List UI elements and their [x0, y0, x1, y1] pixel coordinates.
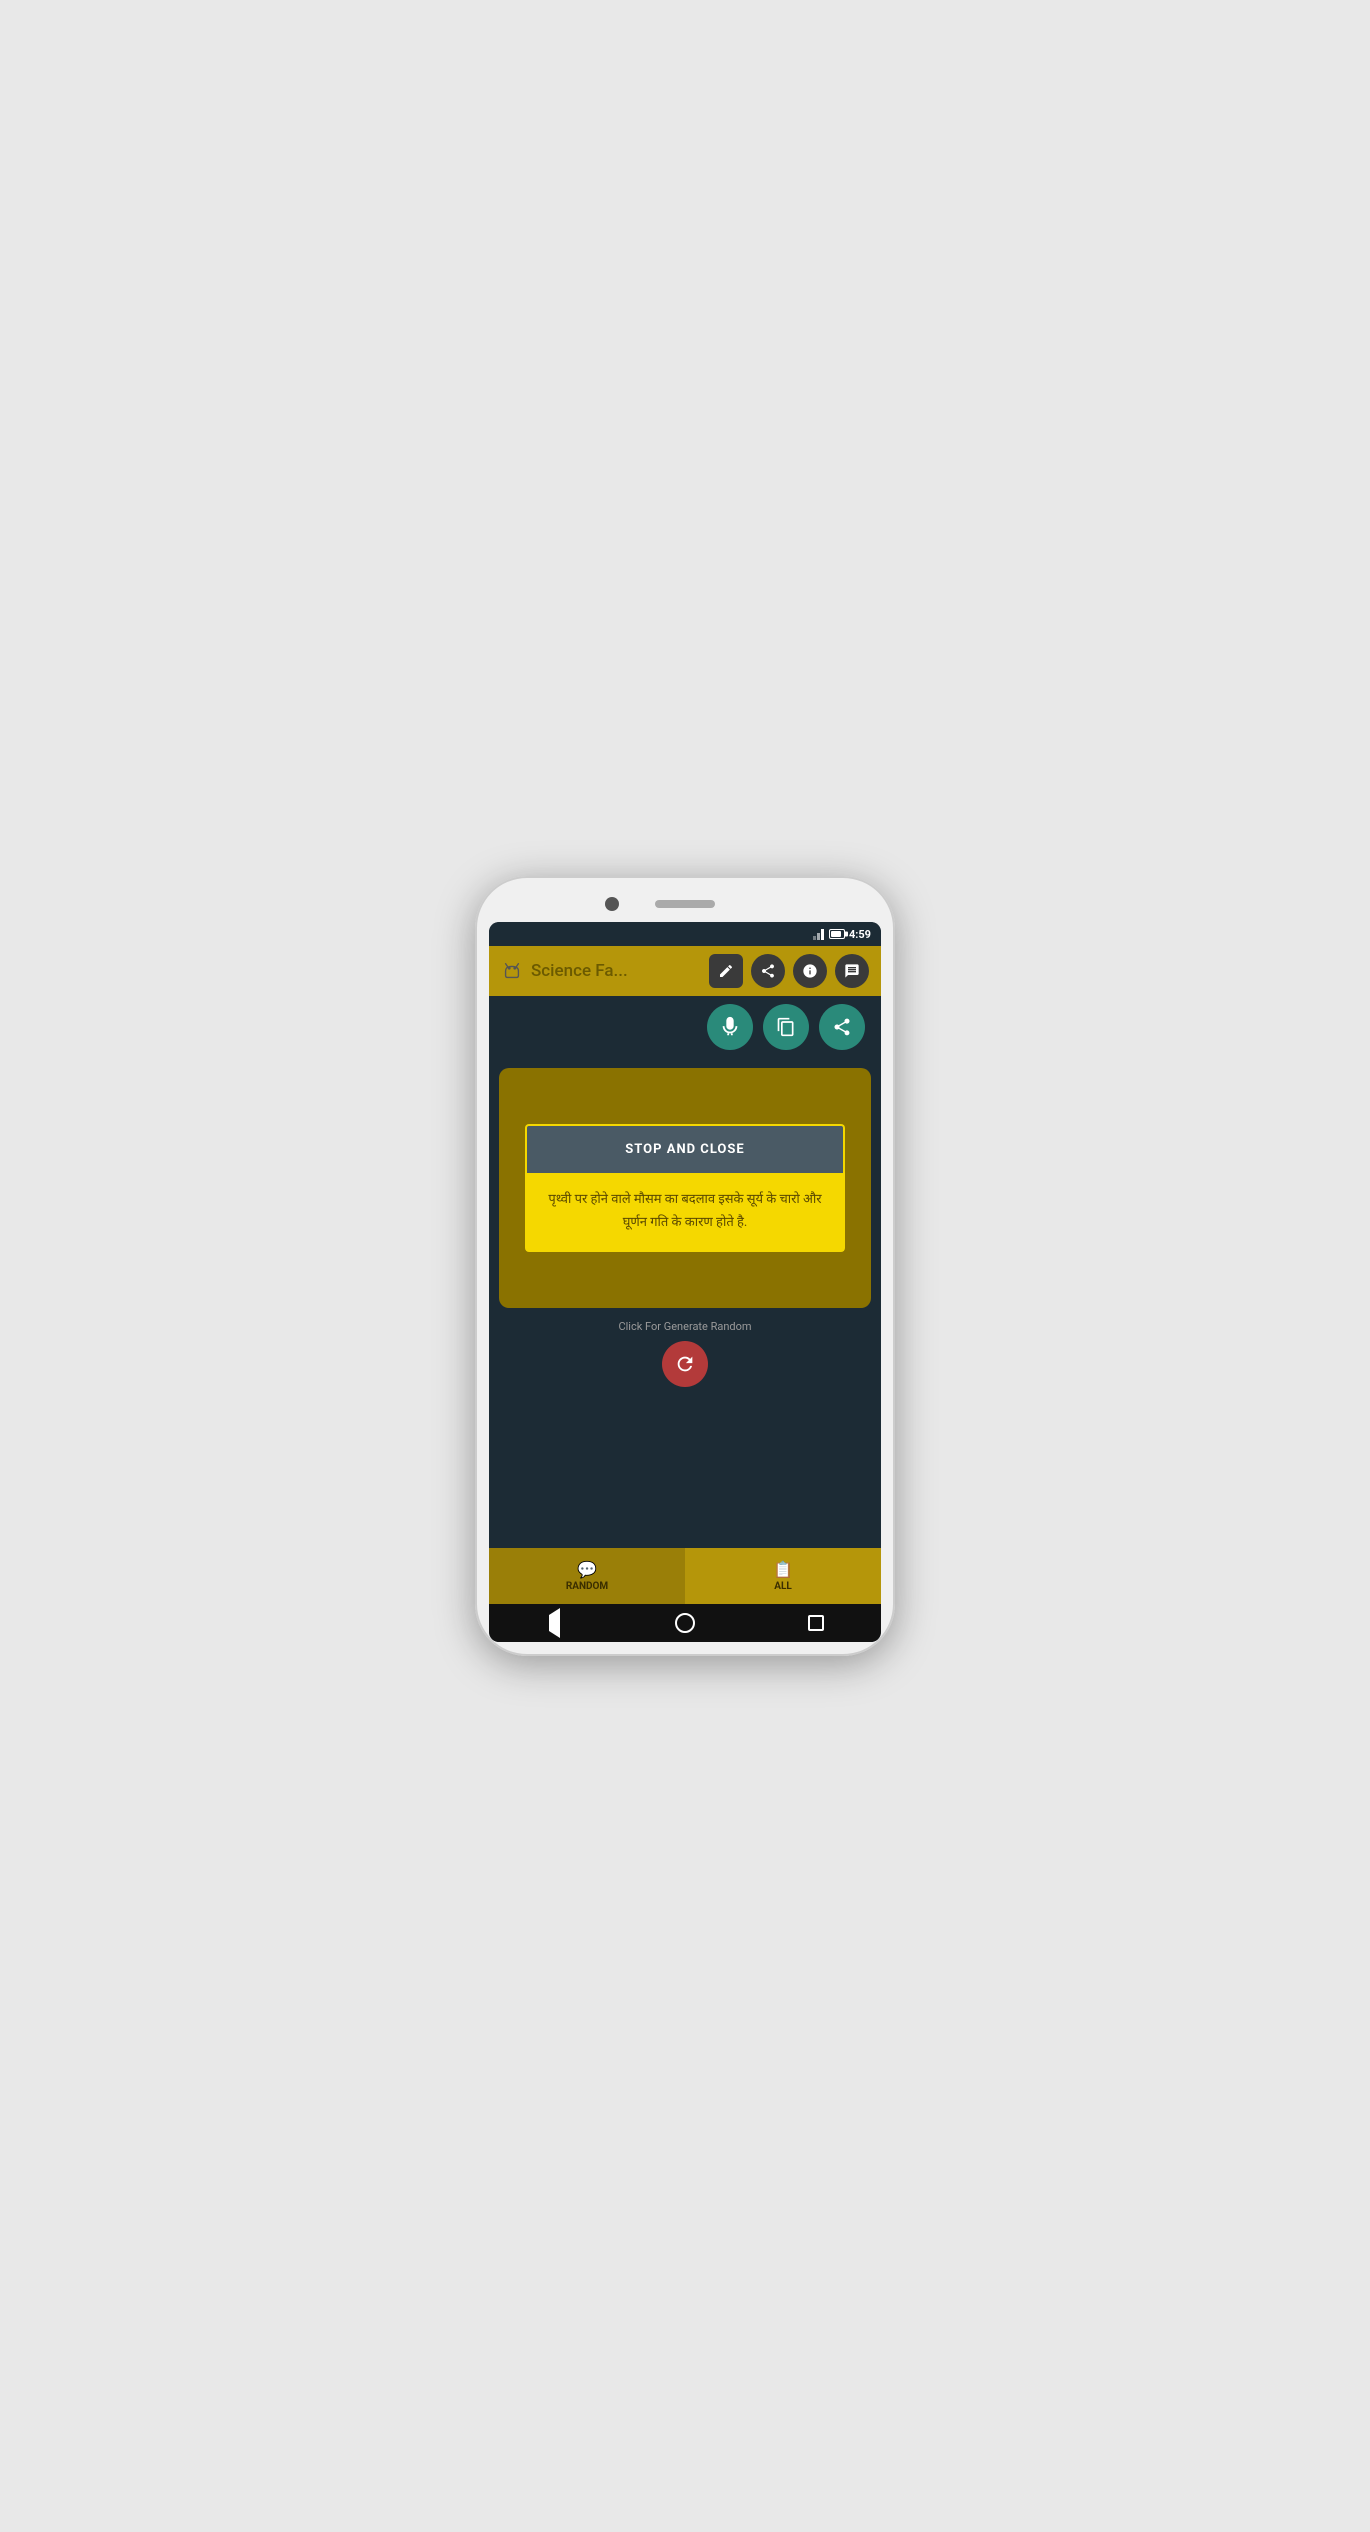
hindi-fact-text: पृथ्वी पर होने वाले मौसम का बदलाव इसके स…	[545, 1189, 825, 1233]
android-icon	[501, 960, 523, 982]
tts-button[interactable]	[707, 1004, 753, 1050]
status-bar: 4:59	[489, 922, 881, 946]
copy-button[interactable]	[763, 1004, 809, 1050]
edit-icon-btn[interactable]	[709, 954, 743, 988]
signal-icon	[813, 928, 825, 940]
share-icon-btn[interactable]	[751, 954, 785, 988]
app-title: Science Fa...	[531, 961, 701, 981]
phone-top-bar	[489, 890, 881, 918]
main-content: STOP AND CLOSE पृथ्वी पर होने वाले मौसम …	[489, 1058, 881, 1548]
home-button[interactable]	[671, 1609, 699, 1637]
status-icons: 4:59	[813, 928, 871, 941]
phone-frame: 4:59 Science Fa...	[475, 876, 895, 1656]
info-icon-btn[interactable]	[793, 954, 827, 988]
action-row	[489, 996, 881, 1058]
refresh-button[interactable]	[662, 1341, 708, 1387]
phone-screen: 4:59 Science Fa...	[489, 922, 881, 1642]
share-action-button[interactable]	[819, 1004, 865, 1050]
camera	[605, 897, 619, 911]
recents-button[interactable]	[802, 1609, 830, 1637]
battery-icon	[829, 929, 845, 939]
back-button[interactable]	[540, 1609, 568, 1637]
status-time: 4:59	[849, 928, 871, 941]
chat-icon-btn[interactable]	[835, 954, 869, 988]
tab-bar: 💬 RANDOM 📋 ALL	[489, 1548, 881, 1604]
card-area: STOP AND CLOSE पृथ्वी पर होने वाले मौसम …	[499, 1068, 871, 1308]
home-icon	[675, 1613, 695, 1633]
dialog-overlay: STOP AND CLOSE पृथ्वी पर होने वाले मौसम …	[499, 1068, 871, 1308]
tab-random[interactable]: 💬 RANDOM	[489, 1548, 685, 1604]
speaker-grille	[655, 900, 715, 908]
tab-all[interactable]: 📋 ALL	[685, 1548, 881, 1604]
nav-bar	[489, 1604, 881, 1642]
tab-random-label: RANDOM	[566, 1581, 608, 1592]
tab-all-icon: 📋	[773, 1560, 793, 1579]
tab-all-label: ALL	[774, 1581, 792, 1592]
dialog-text-box: पृथ्वी पर होने वाले मौसम का बदलाव इसके स…	[525, 1173, 845, 1251]
stop-close-button[interactable]: STOP AND CLOSE	[525, 1124, 845, 1173]
back-icon	[549, 1615, 560, 1631]
recents-icon	[808, 1615, 824, 1631]
generate-random-label: Click For Generate Random	[618, 1320, 751, 1333]
app-bar: Science Fa...	[489, 946, 881, 996]
tab-random-icon: 💬	[577, 1560, 597, 1579]
